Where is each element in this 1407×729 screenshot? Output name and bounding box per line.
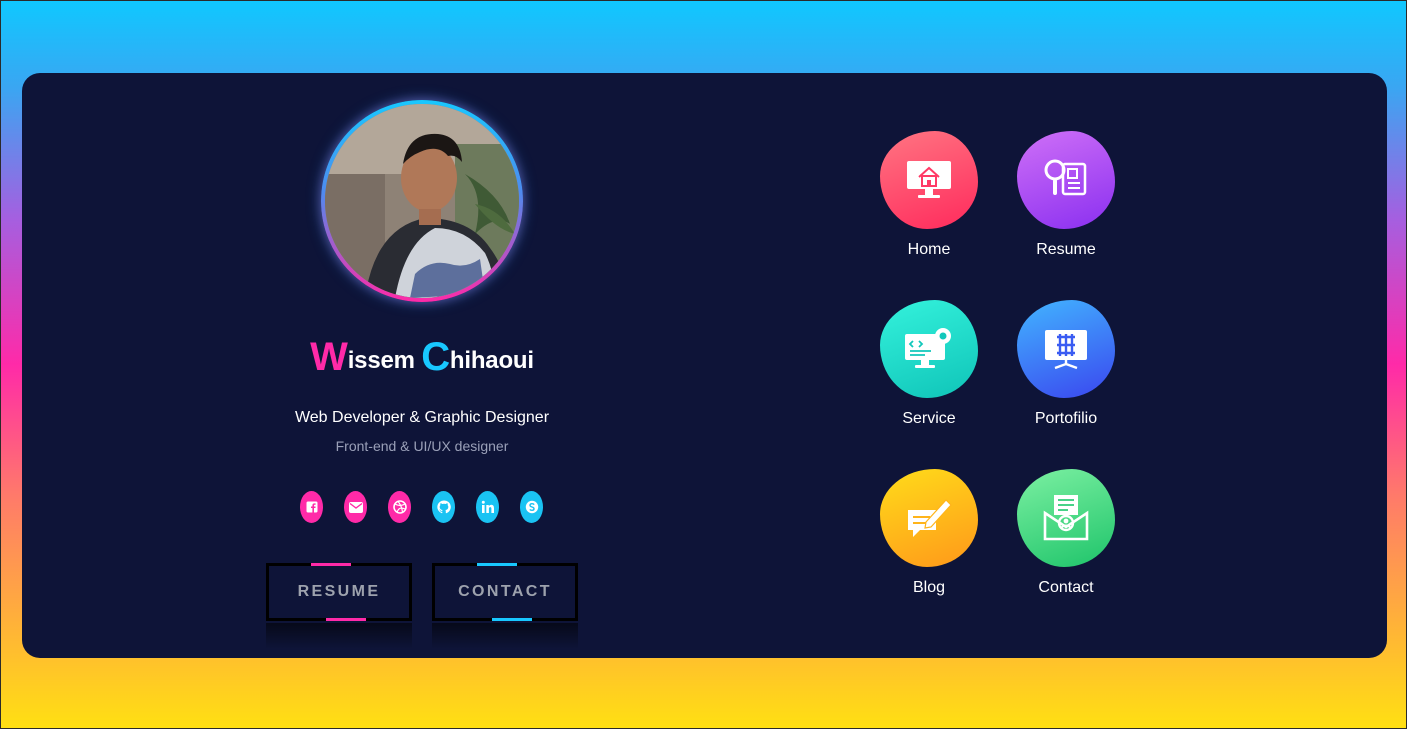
name-last-initial: C: [421, 335, 450, 379]
nav-item-blog[interactable]: Blog: [869, 469, 989, 619]
nav-item-contact[interactable]: Contact: [1006, 469, 1126, 619]
profile-card: Wissem Chihaoui Web Developer & Graphic …: [22, 73, 1387, 658]
facebook-icon: [306, 501, 317, 513]
mail-icon: [348, 501, 363, 513]
blog-edit-icon: [908, 499, 952, 537]
nav-item-home[interactable]: Home: [869, 131, 989, 281]
name-last-rest: hihaoui: [449, 347, 534, 374]
resume-button-reflection: [266, 623, 412, 649]
linkedin-icon: [481, 500, 494, 513]
nav-label-portfolio: Portofilio: [1034, 410, 1098, 427]
dribbble-icon: [392, 500, 407, 514]
resume-button[interactable]: RESUME: [266, 563, 412, 621]
contact-button-label: CONTACT: [458, 583, 552, 600]
nav-blob-home: [880, 131, 978, 229]
contact-envelope-icon: [1043, 495, 1089, 541]
github-link[interactable]: [432, 491, 455, 523]
profile-photo: [325, 104, 519, 298]
nav-label-blog: Blog: [912, 579, 946, 596]
nav-blob-service: [880, 300, 978, 398]
resume-search-icon: [1044, 159, 1087, 196]
resume-button-accent-top: [311, 563, 351, 566]
nav-item-portfolio[interactable]: Portofilio: [1006, 300, 1126, 450]
profile-role: Web Developer & Graphic Designer: [294, 409, 550, 426]
skype-icon: [525, 500, 538, 514]
contact-button-accent-top: [477, 563, 517, 566]
nav-item-service[interactable]: Service: [869, 300, 989, 450]
nav-label-resume: Resume: [1036, 241, 1096, 258]
contact-button-accent-bottom: [492, 618, 532, 621]
nav-blob-contact: [1017, 469, 1115, 567]
contact-button[interactable]: CONTACT: [432, 563, 578, 621]
linkedin-link[interactable]: [476, 491, 499, 523]
nav-label-service: Service: [902, 410, 956, 427]
mail-link[interactable]: [344, 491, 367, 523]
code-settings-icon: [905, 328, 951, 368]
dribbble-link[interactable]: [388, 491, 411, 523]
name-first-rest: issem: [347, 347, 415, 374]
profile-name: Wissem Chihaoui: [222, 335, 622, 380]
nav-blob-portfolio: [1017, 300, 1115, 398]
nav-label-contact: Contact: [1038, 579, 1094, 596]
contact-button-reflection: [432, 623, 578, 649]
resume-button-accent-bottom: [326, 618, 366, 621]
github-icon: [436, 500, 451, 514]
portfolio-grid-icon: [1045, 330, 1087, 370]
name-first-initial: W: [310, 335, 348, 379]
nav-label-home: Home: [907, 241, 951, 258]
facebook-link[interactable]: [300, 491, 323, 523]
resume-button-label: RESUME: [297, 583, 381, 600]
skype-link[interactable]: [520, 491, 543, 523]
avatar: [325, 104, 519, 298]
nav-item-resume[interactable]: Resume: [1006, 131, 1126, 281]
home-monitor-icon: [907, 161, 951, 198]
nav-blob-resume: [1017, 131, 1115, 229]
avatar-ring: [321, 100, 523, 302]
nav-blob-blog: [880, 469, 978, 567]
profile-subtitle: Front-end & UI/UX designer: [335, 438, 509, 454]
